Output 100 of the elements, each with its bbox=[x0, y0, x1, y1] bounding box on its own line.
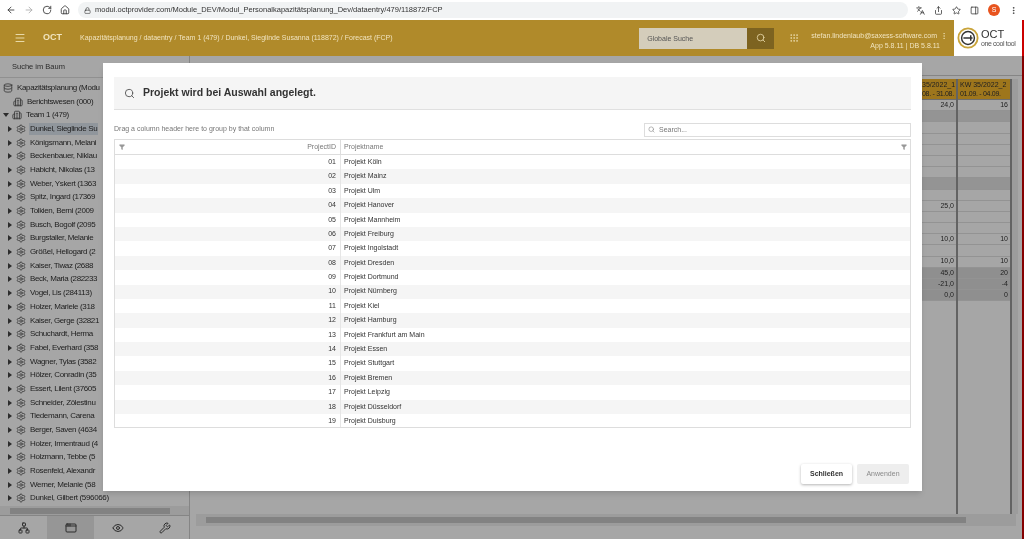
hierarchy-icon bbox=[17, 521, 30, 534]
tree-item[interactable]: Werner, Melanie (58 bbox=[0, 477, 97, 492]
tree-item[interactable]: Schuchardt, Herma bbox=[0, 327, 94, 342]
gear-icon bbox=[16, 425, 26, 436]
tree-label: Dunkel, Sieglinde Su bbox=[29, 122, 99, 135]
tree-item[interactable]: Königsmann, Melani bbox=[0, 135, 98, 150]
tree-item[interactable]: Team 1 (479) bbox=[0, 108, 70, 123]
tree-label: Busch, Bogolf (2095 bbox=[29, 218, 97, 231]
tree-label: Dunkel, Gilbert (596066) bbox=[29, 492, 110, 505]
gear-icon bbox=[16, 479, 26, 490]
filter-icon[interactable] bbox=[119, 144, 125, 150]
database-icon bbox=[3, 82, 13, 93]
tree-item[interactable]: Rosenfeld, Alexandr bbox=[0, 464, 96, 478]
gear-icon bbox=[16, 452, 26, 463]
tree-label: Spitz, Ingard (17369 bbox=[29, 191, 97, 204]
tree-label: Schneider, Zölestinu bbox=[29, 396, 97, 409]
dialog-title: Projekt wird bei Auswahl angelegt. bbox=[143, 85, 316, 101]
tree-item[interactable]: Kaiser, Tiwaz (2688 bbox=[0, 258, 95, 273]
scrollbar-thumb[interactable] bbox=[10, 507, 170, 514]
share-icon[interactable] bbox=[934, 5, 943, 15]
tree-item[interactable]: Holzmann, Tebbe (5 bbox=[0, 450, 97, 465]
building-icon bbox=[13, 96, 23, 107]
tree-item[interactable]: Beck, Maria (282233 bbox=[0, 272, 99, 287]
tree-label: Tolkien, Berni (2009 bbox=[29, 205, 95, 218]
gear-icon bbox=[16, 151, 26, 162]
tree-label: Essert, Lilent (37605 bbox=[29, 382, 98, 395]
tree-item[interactable]: Spitz, Ingard (17369 bbox=[0, 190, 97, 205]
tree-item[interactable]: Beckenbauer, Niklau bbox=[0, 149, 98, 164]
scrollbar-thumb[interactable] bbox=[206, 517, 966, 523]
tree-label: Vogel, Lis (284113) bbox=[29, 287, 93, 300]
building-icon bbox=[12, 110, 22, 121]
gear-icon bbox=[16, 123, 26, 134]
tree-item[interactable]: Berger, Saven (4634 bbox=[0, 423, 98, 437]
tree-item[interactable]: Habicht, Nikolas (13 bbox=[0, 163, 96, 177]
star-icon[interactable] bbox=[952, 5, 961, 15]
gear-icon bbox=[16, 301, 26, 312]
gear-icon bbox=[16, 438, 26, 449]
tree-label: Werner, Melanie (58 bbox=[29, 478, 97, 491]
back-icon[interactable] bbox=[6, 5, 16, 15]
horizontal-scrollbar[interactable] bbox=[196, 514, 1016, 526]
tree-label: Team 1 (479) bbox=[25, 109, 70, 122]
tree-item[interactable]: Vogel, Lis (284113) bbox=[0, 286, 93, 300]
gear-icon bbox=[16, 164, 26, 175]
search-icon bbox=[648, 126, 655, 133]
logo-text: OCT bbox=[981, 29, 1006, 40]
wrench-icon bbox=[158, 521, 171, 534]
tree-label: Weber, Yskert (1363 bbox=[29, 177, 97, 190]
tree-item[interactable]: Dunkel, Gilbert (596066) bbox=[0, 491, 110, 506]
tree-label: Rosenfeld, Alexandr bbox=[29, 465, 96, 478]
home-icon[interactable] bbox=[60, 5, 70, 15]
gear-icon bbox=[16, 356, 26, 367]
tree-item[interactable]: Schneider, Zölestinu bbox=[0, 395, 97, 410]
tree-label: Holzmann, Tebbe (5 bbox=[29, 451, 97, 464]
horizontal-scrollbar[interactable] bbox=[0, 506, 189, 515]
gear-icon bbox=[16, 219, 26, 230]
tree-item[interactable]: Busch, Bogolf (2095 bbox=[0, 217, 97, 232]
tree-label: Burgstaller, Melanie bbox=[29, 232, 95, 245]
gear-icon bbox=[16, 247, 26, 258]
tree-label: Berichtswesen (000) bbox=[26, 95, 95, 108]
tree-item[interactable]: Fabel, Everhard (358 bbox=[0, 341, 100, 355]
tree-label: Habicht, Nikolas (13 bbox=[29, 163, 96, 176]
gear-icon bbox=[16, 411, 26, 422]
tree-label: Holzer, Mariele (318 bbox=[29, 300, 96, 313]
gear-icon bbox=[16, 493, 26, 504]
gear-icon bbox=[16, 315, 26, 326]
filter-icon[interactable] bbox=[901, 144, 907, 150]
kebab-icon[interactable] bbox=[1009, 5, 1018, 15]
tree-item[interactable]: Kaiser, Gerge (32821 bbox=[0, 313, 101, 328]
search-icon bbox=[755, 33, 766, 43]
gear-icon bbox=[16, 192, 26, 203]
gear-icon bbox=[16, 178, 26, 189]
tree-label: Tiedemann, Carena bbox=[29, 410, 96, 423]
caret-down-icon[interactable] bbox=[3, 112, 9, 119]
tree-item[interactable]: Hölzer, Conradin (35 bbox=[0, 368, 98, 383]
tree-item[interactable]: Essert, Lilent (37605 bbox=[0, 382, 98, 396]
tree-item[interactable]: Weber, Yskert (1363 bbox=[0, 176, 97, 191]
window-icon bbox=[64, 521, 77, 534]
side-panel-icon[interactable] bbox=[970, 5, 979, 15]
gear-icon bbox=[16, 466, 26, 477]
tree-item[interactable]: Tolkien, Berni (2009 bbox=[0, 204, 95, 218]
tree-item[interactable]: Wagner, Tylas (3582 bbox=[0, 354, 98, 369]
tree-item[interactable]: Dunkel, Sieglinde Su bbox=[0, 122, 99, 136]
tree-item[interactable]: Holzer, Mariele (318 bbox=[0, 300, 96, 314]
tree-item[interactable]: Holzer, Irmentraud (4 bbox=[0, 436, 99, 451]
tree-item[interactable]: Kapazitätsplanung (Modu bbox=[0, 81, 101, 95]
logo-mark-icon bbox=[957, 27, 979, 49]
translate-icon[interactable] bbox=[916, 5, 925, 15]
vertical-scrollbar[interactable] bbox=[1012, 79, 1018, 514]
search-icon bbox=[124, 87, 135, 99]
tree-label: Schuchardt, Herma bbox=[29, 328, 94, 341]
tree-item[interactable]: Tiedemann, Carena bbox=[0, 409, 96, 424]
bottom-nav-tab[interactable] bbox=[47, 516, 94, 539]
tree-item[interactable]: Größel, Hellogard (2 bbox=[0, 245, 97, 259]
tree-item[interactable]: Berichtswesen (000) bbox=[0, 94, 95, 109]
tree-label: Beckenbauer, Niklau bbox=[29, 150, 98, 163]
gear-icon bbox=[16, 329, 26, 340]
reload-icon[interactable] bbox=[42, 5, 52, 15]
tree-item[interactable]: Burgstaller, Melanie bbox=[0, 231, 95, 246]
tree-label: Kapazitätsplanung (Modu bbox=[16, 81, 101, 94]
tree-label: Königsmann, Melani bbox=[29, 136, 98, 149]
